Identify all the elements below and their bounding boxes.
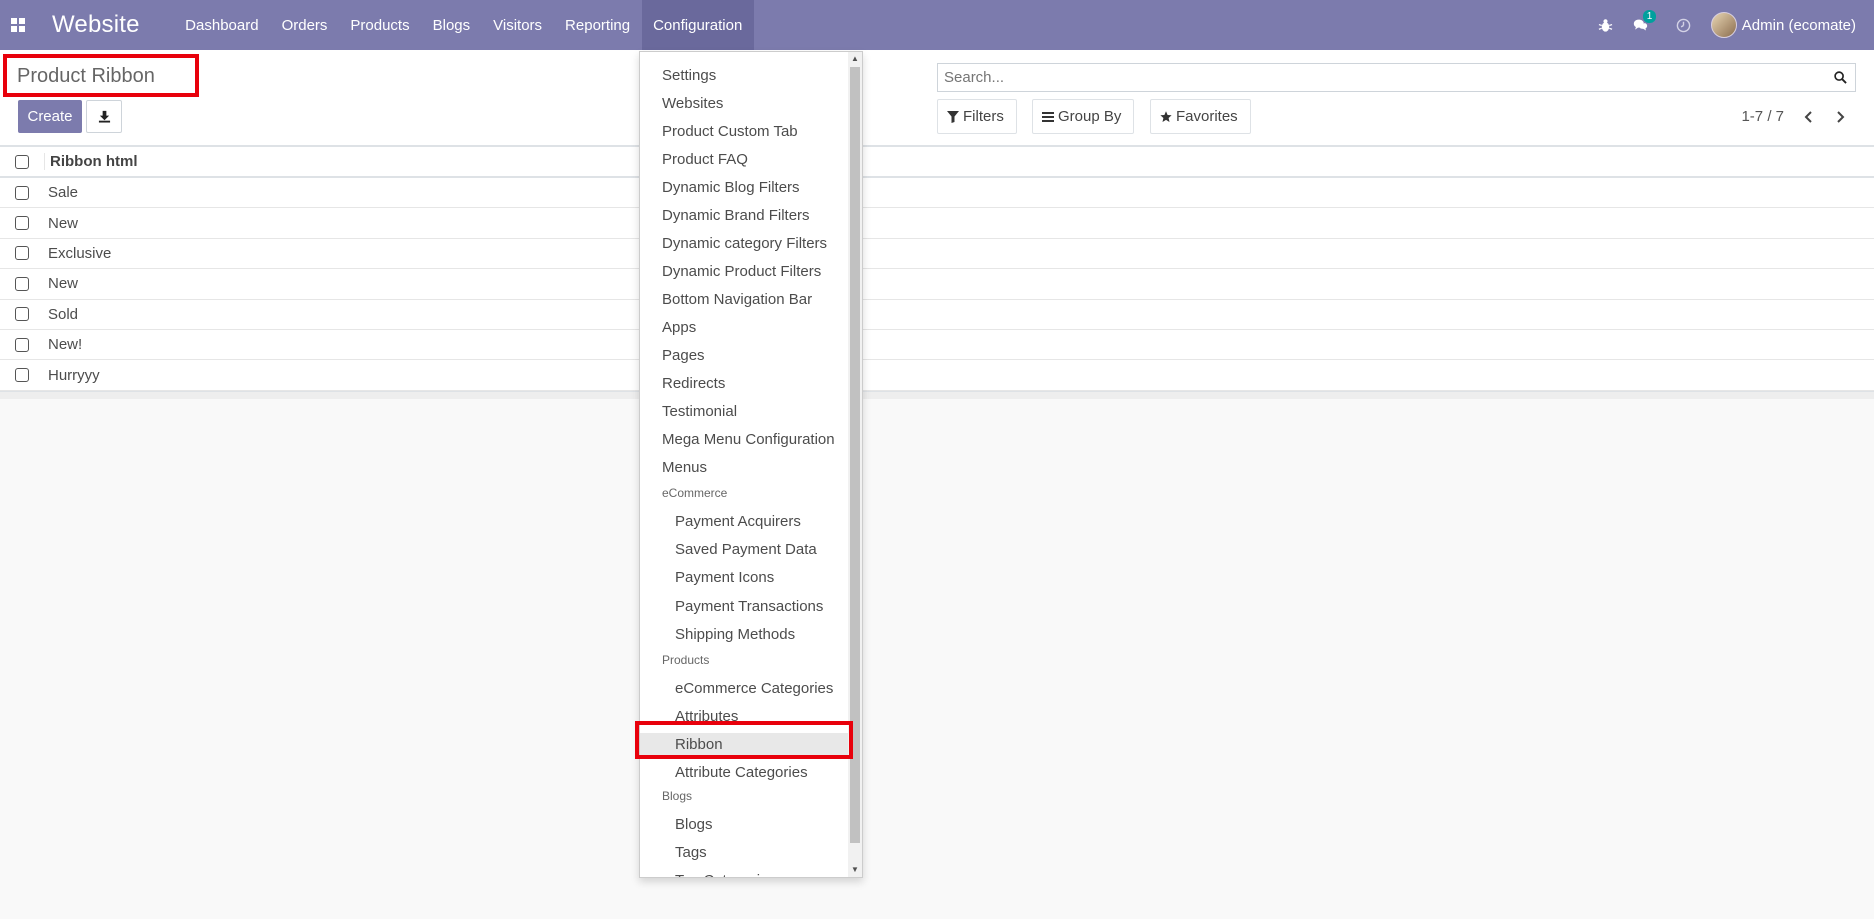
table-row[interactable]: Hurryyy — [0, 360, 1874, 391]
filters-label: Filters — [963, 108, 1004, 125]
ribbon-list: Ribbon html Sale New Exclusive New Sold … — [0, 146, 1874, 399]
user-menu[interactable]: Admin (ecomate) — [1710, 12, 1856, 38]
ribbon-highlight-box — [635, 721, 853, 759]
search-input[interactable] — [938, 69, 1825, 86]
table-row[interactable]: New! — [0, 330, 1874, 361]
bars-icon — [1042, 111, 1054, 122]
dropdown-item-tags[interactable]: Tags — [640, 841, 850, 865]
messages-icon[interactable]: 1 — [1633, 9, 1657, 33]
table-row[interactable]: Exclusive — [0, 239, 1874, 270]
table-row[interactable]: New — [0, 269, 1874, 300]
chevron-right-icon — [1837, 111, 1845, 123]
dropdown-item-product-faq[interactable]: Product FAQ — [640, 148, 850, 172]
dropdown-item-tag-categories[interactable]: Tag Categories — [640, 869, 850, 877]
dropdown-item-payment-transactions[interactable]: Payment Transactions — [640, 595, 850, 619]
dropdown-item-dynamic-category-filters[interactable]: Dynamic category Filters — [640, 232, 850, 256]
apps-menu-icon[interactable] — [0, 0, 36, 50]
dropdown-item-testimonial[interactable]: Testimonial — [640, 400, 850, 424]
search-bar — [937, 63, 1856, 92]
menu-products[interactable]: Products — [339, 0, 421, 50]
menu-visitors[interactable]: Visitors — [482, 0, 554, 50]
star-icon — [1160, 110, 1172, 122]
user-name: Admin (ecomate) — [1741, 16, 1856, 34]
scroll-up-arrow-icon[interactable]: ▲ — [851, 55, 859, 63]
row-checkbox[interactable] — [15, 246, 29, 261]
dropdown-item-pages[interactable]: Pages — [640, 344, 850, 368]
scroll-down-arrow-icon[interactable]: ▼ — [851, 866, 859, 874]
dropdown-item-dynamic-product-filters[interactable]: Dynamic Product Filters — [640, 260, 850, 284]
search-icon[interactable] — [1825, 71, 1855, 84]
dropdown-item-bottom-navigation-bar[interactable]: Bottom Navigation Bar — [640, 288, 850, 312]
message-count-badge: 1 — [1642, 9, 1657, 23]
list-header: Ribbon html — [0, 146, 1874, 178]
dropdown-item-product-custom-tab[interactable]: Product Custom Tab — [640, 120, 850, 144]
menu-orders[interactable]: Orders — [270, 0, 339, 50]
row-ribbon-html: New — [48, 214, 79, 232]
dropdown-item-shipping-methods[interactable]: Shipping Methods — [640, 623, 850, 647]
control-panel: Product Ribbon Create Filters Group By F… — [0, 50, 1874, 146]
download-icon — [98, 110, 110, 123]
column-ribbon-html[interactable]: Ribbon html — [44, 153, 137, 170]
menu-dashboard[interactable]: Dashboard — [174, 0, 270, 50]
group-by-label: Group By — [1058, 108, 1122, 125]
create-button[interactable]: Create — [18, 100, 82, 133]
dropdown-item-blogs[interactable]: Blogs — [640, 813, 850, 837]
dropdown-item-saved-payment-data[interactable]: Saved Payment Data — [640, 538, 850, 562]
row-checkbox[interactable] — [15, 216, 29, 231]
debug-bug-icon[interactable] — [1598, 18, 1613, 33]
row-ribbon-html: Sale — [48, 184, 79, 202]
top-navbar: Website Dashboard Orders Products Blogs … — [0, 0, 1874, 50]
dropdown-section-header: Blogs — [662, 789, 693, 803]
dropdown-item-mega-menu-configuration[interactable]: Mega Menu Configuration — [640, 428, 850, 452]
row-checkbox[interactable] — [15, 276, 29, 291]
dropdown-item-apps[interactable]: Apps — [640, 316, 850, 340]
dropdown-item-menus[interactable]: Menus — [640, 456, 850, 480]
chevron-left-icon — [1804, 111, 1812, 123]
systray: 1 Admin (ecomate) — [1588, 0, 1874, 50]
pager-value[interactable]: 1-7 / 7 — [1741, 108, 1784, 125]
app-brand[interactable]: Website — [52, 11, 140, 39]
dropdown-item-dynamic-brand-filters[interactable]: Dynamic Brand Filters — [640, 204, 850, 228]
dropdown-item-ecommerce-categories[interactable]: eCommerce Categories — [640, 677, 850, 701]
table-row[interactable]: Sale — [0, 178, 1874, 209]
row-checkbox[interactable] — [15, 307, 29, 322]
list-footer — [0, 390, 1874, 399]
dropdown-item-redirects[interactable]: Redirects — [640, 372, 850, 396]
menu-reporting[interactable]: Reporting — [554, 0, 642, 50]
menu-blogs[interactable]: Blogs — [421, 0, 482, 50]
avatar — [1710, 12, 1737, 38]
row-ribbon-html: Exclusive — [48, 244, 112, 262]
favorites-button[interactable]: Favorites — [1150, 99, 1251, 134]
menu-configuration[interactable]: Configuration — [641, 0, 754, 50]
row-checkbox[interactable] — [15, 337, 29, 352]
group-by-button[interactable]: Group By — [1032, 99, 1135, 134]
filter-icon — [947, 110, 959, 123]
favorites-label: Favorites — [1176, 108, 1238, 125]
dropdown-item-websites[interactable]: Websites — [640, 92, 850, 116]
main-menu: Dashboard Orders Products Blogs Visitors… — [174, 0, 754, 50]
row-ribbon-html: New! — [48, 336, 83, 354]
row-ribbon-html: Sold — [48, 305, 79, 323]
dropdown-item-payment-icons[interactable]: Payment Icons — [640, 566, 850, 590]
dropdown-item-attribute-categories[interactable]: Attribute Categories — [640, 761, 850, 785]
export-button[interactable] — [86, 100, 122, 133]
table-row[interactable]: New — [0, 208, 1874, 239]
dropdown-item-settings[interactable]: Settings — [640, 64, 850, 88]
dropdown-section-header: Products — [662, 653, 710, 667]
row-checkbox[interactable] — [15, 185, 29, 200]
dropdown-section-header: eCommerce — [662, 486, 728, 500]
pager-previous-button[interactable] — [1799, 107, 1819, 127]
title-highlight-box — [3, 54, 199, 97]
dropdown-item-dynamic-blog-filters[interactable]: Dynamic Blog Filters — [640, 176, 850, 200]
table-row[interactable]: Sold — [0, 300, 1874, 330]
pager-next-button[interactable] — [1830, 107, 1850, 127]
row-ribbon-html: Hurryyy — [48, 366, 100, 384]
dropdown-item-payment-acquirers[interactable]: Payment Acquirers — [640, 510, 850, 534]
row-ribbon-html: New — [48, 275, 79, 293]
filters-button[interactable]: Filters — [937, 99, 1017, 134]
activity-clock-icon[interactable] — [1676, 18, 1691, 33]
select-all-checkbox[interactable] — [15, 154, 29, 169]
row-checkbox[interactable] — [15, 368, 29, 383]
